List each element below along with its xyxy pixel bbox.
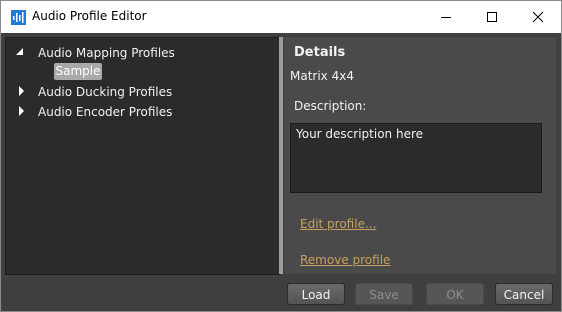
minimize-icon bbox=[441, 17, 451, 18]
title-bar[interactable]: Audio Profile Editor bbox=[1, 1, 561, 33]
minimize-button[interactable] bbox=[423, 1, 469, 33]
description-label: Description: bbox=[294, 99, 367, 113]
audio-profile-editor-window: Audio Profile Editor Audio Mapping Profi… bbox=[0, 0, 562, 312]
close-icon bbox=[532, 11, 544, 23]
tree-item-audio-mapping-profiles[interactable]: Audio Mapping Profiles bbox=[38, 46, 175, 60]
tree-item-sample[interactable]: Sample bbox=[54, 63, 102, 80]
app-icon bbox=[11, 10, 26, 25]
collapsed-arrow-icon[interactable] bbox=[18, 106, 26, 116]
collapsed-arrow-icon[interactable] bbox=[18, 86, 26, 96]
remove-profile-link[interactable]: Remove profile bbox=[300, 253, 390, 267]
tree-item-audio-encoder-profiles[interactable]: Audio Encoder Profiles bbox=[38, 105, 172, 119]
cancel-button[interactable]: Cancel bbox=[495, 283, 553, 305]
dialog-body: Audio Mapping Profiles Sample Audio Duck… bbox=[1, 33, 561, 311]
panel-splitter[interactable] bbox=[279, 37, 283, 274]
profile-tree: Audio Mapping Profiles Sample Audio Duck… bbox=[5, 37, 280, 275]
details-heading: Details bbox=[294, 45, 346, 60]
load-button[interactable]: Load bbox=[287, 283, 345, 305]
window-title: Audio Profile Editor bbox=[32, 9, 147, 23]
profile-name: Matrix 4x4 bbox=[290, 69, 354, 83]
description-field[interactable]: Your description here bbox=[290, 123, 542, 193]
ok-button[interactable]: OK bbox=[426, 283, 484, 305]
maximize-button[interactable] bbox=[469, 1, 515, 33]
details-panel: Details Matrix 4x4 Description: Your des… bbox=[284, 37, 556, 274]
close-button[interactable] bbox=[515, 1, 561, 33]
edit-profile-link[interactable]: Edit profile... bbox=[300, 217, 376, 231]
expanded-arrow-icon[interactable] bbox=[15, 48, 24, 57]
maximize-icon bbox=[487, 12, 497, 22]
save-button[interactable]: Save bbox=[355, 283, 413, 305]
tree-item-audio-ducking-profiles[interactable]: Audio Ducking Profiles bbox=[38, 85, 172, 99]
